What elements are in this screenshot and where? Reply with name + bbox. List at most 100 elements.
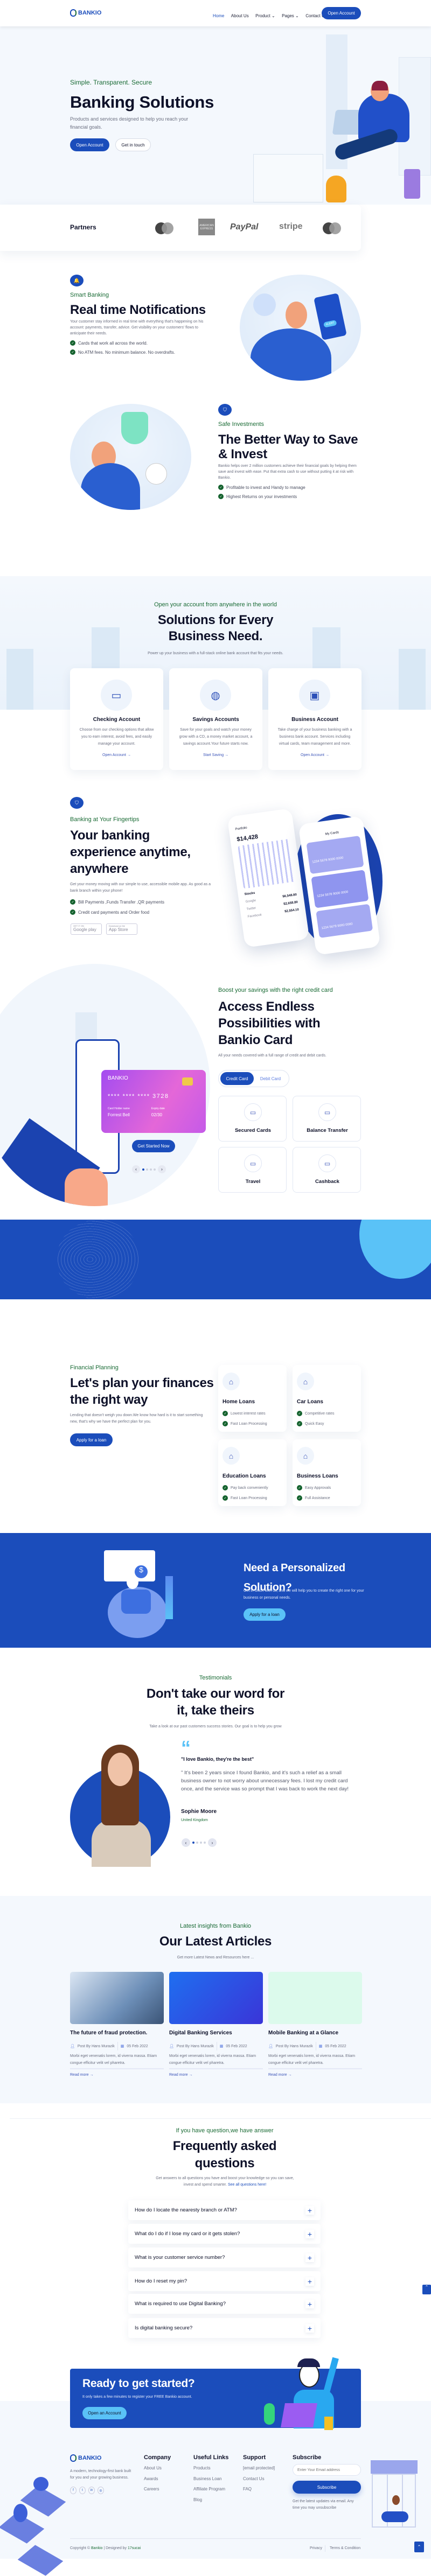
subscribe-button[interactable]: Subscribe bbox=[293, 2481, 361, 2494]
next-arrow-icon[interactable]: › bbox=[208, 1838, 217, 1847]
chevron-down-icon: ⌄ bbox=[295, 13, 299, 18]
brand-link[interactable]: Bankio bbox=[91, 2546, 102, 2550]
slider-dot[interactable] bbox=[154, 1168, 156, 1171]
article-image[interactable] bbox=[70, 1972, 164, 2024]
email-input[interactable] bbox=[293, 2464, 361, 2476]
article-image[interactable] bbox=[268, 1972, 362, 2024]
loan-card[interactable]: ⌂ Education Loans ✓ Pay back conveniently ✓ F… bbox=[218, 1439, 287, 1506]
article-title[interactable]: Mobile Banking at a Glance bbox=[268, 2030, 338, 2036]
footer-link[interactable]: Awards bbox=[144, 2476, 158, 2481]
see-all-questions-link[interactable]: See all questions here! bbox=[228, 2183, 266, 2187]
footer-link[interactable]: Careers bbox=[144, 2487, 159, 2491]
footer-link[interactable]: FAQ bbox=[243, 2487, 252, 2491]
slider-dot[interactable] bbox=[200, 1842, 202, 1844]
read-more-link[interactable]: Read more → bbox=[268, 2073, 292, 2077]
card-type-item[interactable]: ▭ Secured Cards bbox=[218, 1096, 287, 1142]
faq-item[interactable]: What do I do if I lose my card or it get… bbox=[128, 2224, 321, 2244]
slider-dot[interactable] bbox=[142, 1168, 144, 1171]
terms-link[interactable]: Terms & Condition bbox=[330, 2546, 360, 2550]
scroll-top-button[interactable]: ⌃ bbox=[414, 2542, 424, 2552]
prev-arrow-icon[interactable]: ‹ bbox=[132, 1165, 140, 1173]
footer-link[interactable]: About Us bbox=[144, 2466, 162, 2470]
plus-icon[interactable]: + bbox=[305, 2206, 314, 2215]
cta-open-account-button[interactable]: Open an Account bbox=[82, 2407, 127, 2419]
footer-useful-heading: Useful Links bbox=[193, 2454, 229, 2461]
calendar-icon: ▦ bbox=[318, 2045, 323, 2048]
nav-product-label: Product bbox=[255, 13, 270, 18]
card-type-item[interactable]: ▭ Cashback bbox=[293, 1147, 361, 1193]
footer-link[interactable]: Contact Us bbox=[243, 2476, 265, 2481]
get-in-touch-button[interactable]: Get in touch bbox=[115, 138, 151, 151]
stock-name: Google bbox=[245, 899, 256, 904]
plus-icon[interactable]: + bbox=[305, 2277, 314, 2286]
article-image[interactable] bbox=[169, 1972, 263, 2024]
check-item: ✓ Easy Approvals bbox=[297, 1485, 331, 1490]
faq-item[interactable]: How do I locate the nearesty branch or A… bbox=[128, 2200, 321, 2220]
footer-link[interactable]: Products bbox=[193, 2466, 211, 2470]
slider-dot[interactable] bbox=[146, 1168, 148, 1171]
logo[interactable]: BANKIO bbox=[70, 9, 101, 17]
apply-loan-button[interactable]: Apply for a loan bbox=[70, 1433, 113, 1446]
slider-dot[interactable] bbox=[204, 1842, 206, 1844]
faq-item[interactable]: Is digital banking secure? + bbox=[128, 2318, 321, 2338]
read-more-link[interactable]: Read more → bbox=[70, 2073, 94, 2077]
faq-item[interactable]: What is your customer service number? + bbox=[128, 2248, 321, 2267]
faq-item[interactable]: What is required to use Digital Banking?… bbox=[128, 2294, 321, 2314]
card-type-item[interactable]: ▭ Travel bbox=[218, 1147, 287, 1193]
tab-debit-card[interactable]: Debit Card bbox=[254, 1072, 287, 1085]
footer-logo[interactable]: BANKIO bbox=[70, 2454, 101, 2462]
loan-card[interactable]: ⌂ Business Loans ✓ Easy Approvals ✓ Full Assi… bbox=[293, 1439, 361, 1506]
privacy-link[interactable]: Privacy bbox=[310, 2546, 322, 2550]
linkedin-icon[interactable]: in bbox=[88, 2487, 95, 2494]
card-type-item[interactable]: ▭ Balance Transfer bbox=[293, 1096, 361, 1142]
article-author: Post By Hans Murazik bbox=[77, 2044, 115, 2048]
instagram-icon[interactable]: ◎ bbox=[98, 2487, 104, 2494]
article-title[interactable]: The future of fraud protection. bbox=[70, 2030, 147, 2036]
loan-card[interactable]: ⌂ Car Loans ✓ Competitive rates ✓ Quick Easy bbox=[293, 1365, 361, 1432]
mastercard-logo bbox=[155, 222, 175, 234]
twitter-icon[interactable]: t bbox=[79, 2487, 86, 2494]
plus-icon[interactable]: + bbox=[305, 2324, 314, 2333]
account-card-link[interactable]: Start Saving → bbox=[169, 753, 262, 757]
footer-link[interactable]: Affiliate Program bbox=[193, 2487, 225, 2491]
slider-dot[interactable] bbox=[196, 1842, 198, 1844]
account-card-link[interactable]: Open Account → bbox=[268, 753, 362, 757]
nav-pages[interactable]: Pages ⌄ bbox=[282, 13, 299, 18]
plus-icon[interactable]: + bbox=[305, 2230, 314, 2238]
plus-icon[interactable]: + bbox=[305, 2253, 314, 2262]
prev-arrow-icon[interactable]: ‹ bbox=[182, 1838, 190, 1847]
account-card-link[interactable]: Open Account → bbox=[70, 753, 163, 757]
loan-card[interactable]: ⌂ Home Loans ✓ Lowest interest rates ✓ Fast L… bbox=[218, 1365, 287, 1432]
account-card-title: Savings Accounts bbox=[192, 717, 239, 723]
footer-link[interactable]: [email protected] bbox=[243, 2466, 275, 2470]
article-title[interactable]: Digital Banking Services bbox=[169, 2030, 232, 2036]
notifications-label: Smart Banking bbox=[70, 292, 109, 298]
site-header: BANKIO Home About Us Product ⌄ Pages ⌄ C… bbox=[0, 0, 431, 26]
get-started-button[interactable]: Get Started Now bbox=[132, 1140, 175, 1152]
plus-icon[interactable]: + bbox=[305, 2300, 314, 2308]
cta-illustration bbox=[259, 2352, 356, 2433]
facebook-icon[interactable]: f bbox=[70, 2487, 77, 2494]
solutions-text: Power up your business with a full-stack… bbox=[148, 652, 283, 655]
nav-home[interactable]: Home bbox=[213, 13, 224, 18]
footer-link[interactable]: Blog bbox=[193, 2497, 202, 2502]
read-more-link[interactable]: Read more → bbox=[169, 2073, 193, 2077]
header-open-account-button[interactable]: Open Account bbox=[322, 7, 361, 19]
account-card-text: Take charge of your business banking wit… bbox=[277, 728, 352, 746]
bell-icon: 🔔 bbox=[70, 275, 84, 286]
slider-dot[interactable] bbox=[150, 1168, 152, 1171]
tab-credit-card[interactable]: Credit Card bbox=[220, 1072, 254, 1085]
slider-dot[interactable] bbox=[192, 1842, 194, 1844]
hero-open-account-button[interactable]: Open Account bbox=[70, 138, 109, 151]
quote-text: " It's been 2 years since I found Bankio… bbox=[181, 1770, 349, 1792]
personalized-apply-button[interactable]: Apply for a loan bbox=[244, 1608, 286, 1621]
google-play-badge[interactable]: GET IT ON Google play bbox=[71, 923, 102, 935]
nav-product[interactable]: Product ⌄ bbox=[255, 13, 275, 18]
footer-link[interactable]: Business Loan bbox=[193, 2476, 221, 2481]
next-arrow-icon[interactable]: › bbox=[158, 1165, 166, 1173]
scroll-top-button[interactable]: ⌃ bbox=[422, 2285, 431, 2294]
app-store-badge[interactable]: Download on the App Store bbox=[106, 923, 137, 935]
faq-item[interactable]: How do I reset my pin? + bbox=[128, 2271, 321, 2291]
designer-link[interactable]: 17sucai bbox=[128, 2546, 141, 2550]
nav-about[interactable]: About Us bbox=[231, 13, 249, 18]
